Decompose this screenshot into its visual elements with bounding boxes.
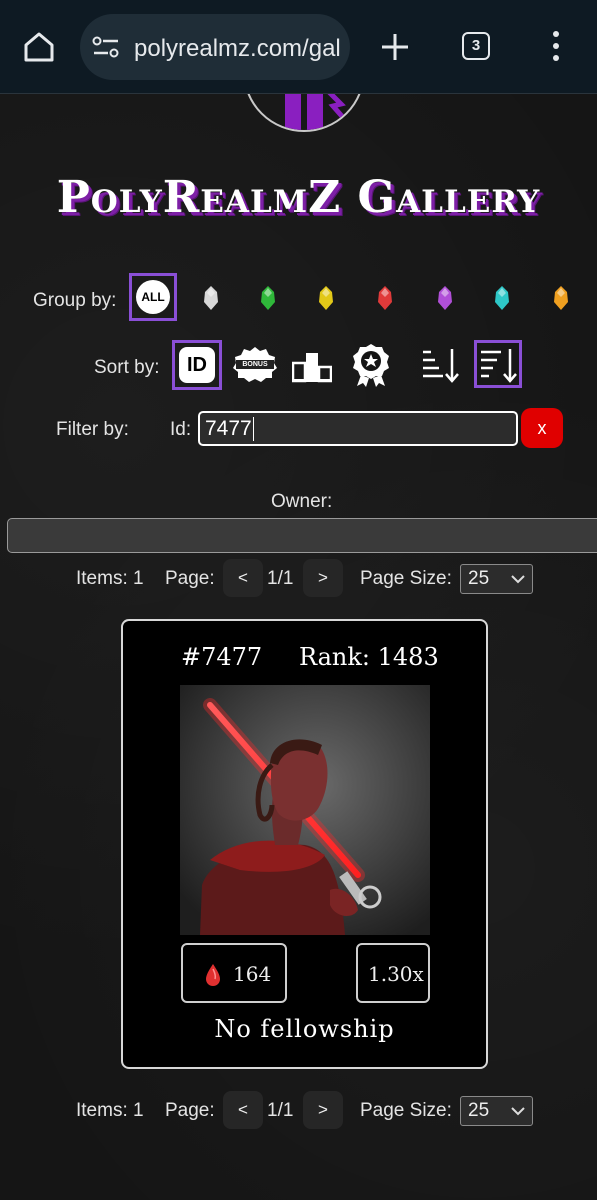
nft-card[interactable]: #7477 Rank: 1483 164 1.30x No fellowship: [121, 619, 488, 1069]
green-gem-icon[interactable]: [260, 285, 276, 311]
page-title: PolyRealmZ Gallery: [56, 172, 541, 223]
owner-filter-label: Owner:: [271, 491, 333, 512]
page-size-value: 25: [468, 568, 490, 589]
page-label: Page:: [165, 1100, 215, 1121]
prev-page-button[interactable]: <: [223, 559, 263, 597]
sort-descending-icon[interactable]: [479, 346, 519, 384]
teal-gem-icon[interactable]: [494, 285, 510, 311]
items-count: Items: 1: [76, 568, 144, 589]
red-gem-icon[interactable]: [377, 285, 393, 311]
id-filter-value: 7477: [205, 417, 252, 440]
address-bar[interactable]: polyrealmz.com/gallery: [80, 14, 350, 80]
bonus-badge-label: BONUS: [242, 361, 268, 368]
fellowship-status: No fellowship: [214, 1015, 395, 1043]
page-indicator: 1/1: [267, 1100, 294, 1121]
power-stat: 164: [181, 943, 287, 1003]
sort-bonus-button[interactable]: BONUS: [233, 346, 277, 382]
page-size-select[interactable]: 25: [460, 564, 533, 594]
card-id: #7477: [181, 643, 263, 671]
items-count: Items: 1: [76, 1100, 144, 1121]
id-filter-label: Id:: [170, 419, 192, 440]
group-by-label: Group by:: [33, 290, 117, 311]
text-cursor: [253, 417, 254, 441]
sort-by-label: Sort by:: [94, 357, 160, 378]
owner-filter-input[interactable]: [7, 518, 597, 553]
more-menu-icon[interactable]: [550, 30, 562, 62]
tab-switcher-button[interactable]: 3: [462, 32, 490, 60]
power-value: 164: [233, 962, 272, 986]
card-rank: Rank: 1483: [299, 643, 439, 671]
orange-gem-icon[interactable]: [553, 285, 569, 311]
page-indicator: 1/1: [267, 568, 294, 589]
group-all-button[interactable]: ALL: [136, 280, 170, 314]
page-size-label: Page Size:: [360, 1100, 452, 1121]
page-size-value: 25: [468, 1100, 490, 1121]
sort-award-icon[interactable]: [351, 343, 391, 387]
prev-page-button[interactable]: <: [223, 1091, 263, 1129]
character-artwork: [180, 685, 430, 935]
sort-id-button[interactable]: ID: [179, 347, 215, 383]
next-page-button[interactable]: >: [303, 1091, 343, 1129]
filter-by-label: Filter by:: [56, 419, 129, 440]
id-filter-input[interactable]: 7477: [198, 411, 518, 446]
purple-gem-icon[interactable]: [437, 285, 453, 311]
next-page-button[interactable]: >: [303, 559, 343, 597]
sort-podium-icon[interactable]: [292, 347, 332, 383]
site-settings-icon[interactable]: [92, 36, 120, 58]
page-size-select[interactable]: 25: [460, 1096, 533, 1126]
home-icon[interactable]: [22, 30, 56, 64]
red-gem-icon: [206, 964, 220, 986]
sort-ascending-icon[interactable]: [421, 346, 461, 384]
chevron-down-icon: [511, 1107, 525, 1116]
page-size-label: Page Size:: [360, 568, 452, 589]
url-text[interactable]: polyrealmz.com/gallery: [134, 35, 340, 63]
browser-toolbar-content: polyrealmz.com/gallery 3: [0, 0, 597, 93]
page-label: Page:: [165, 568, 215, 589]
new-tab-icon[interactable]: [380, 32, 410, 62]
multiplier-stat: 1.30x: [356, 943, 430, 1003]
chevron-down-icon: [511, 575, 525, 584]
multiplier-value: 1.30x: [368, 962, 424, 986]
white-gem-icon[interactable]: [203, 285, 219, 311]
yellow-gem-icon[interactable]: [318, 285, 334, 311]
clear-id-filter-button[interactable]: x: [521, 408, 563, 448]
